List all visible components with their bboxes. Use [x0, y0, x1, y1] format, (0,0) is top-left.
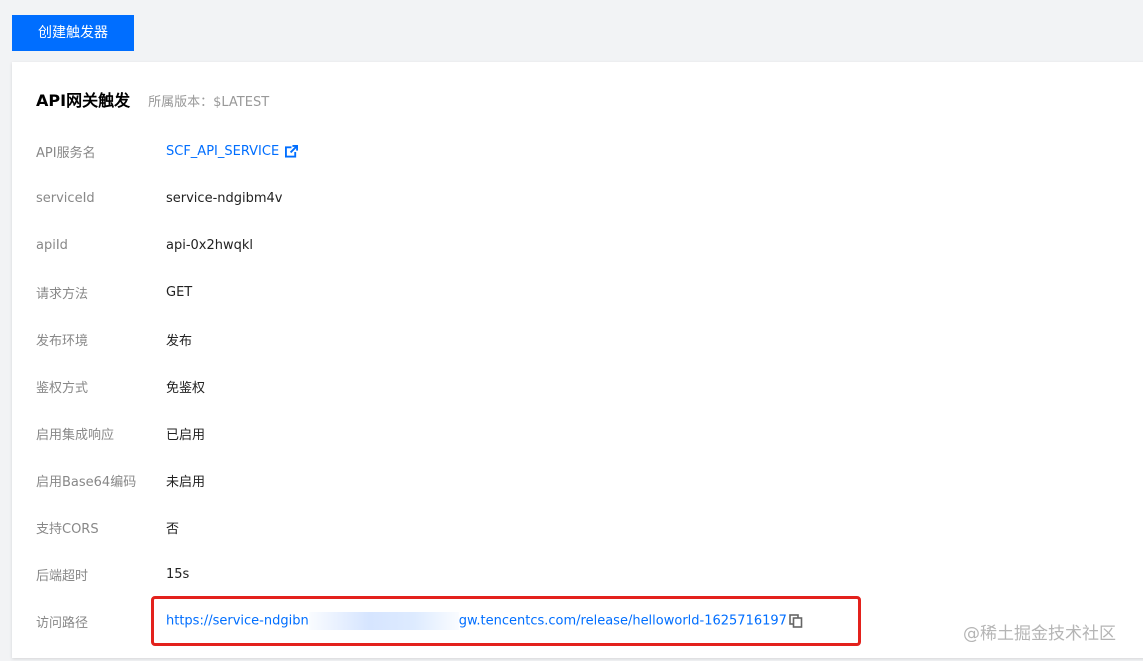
field-label: API服务名: [36, 145, 96, 161]
field-row-access-path: 访问路径 https://service-ndgibn gw.tencentcs.…: [36, 609, 1036, 633]
field-value: 未启用: [166, 474, 206, 490]
field-value: service-ndgibm4v: [166, 190, 283, 206]
page: 创建触发器 API网关触发 所属版本： $LATEST API服务名 SCF_A…: [0, 0, 1143, 661]
field-label: serviceId: [36, 190, 95, 206]
redacted-mask: [308, 612, 459, 630]
field-row-service-id: serviceId service-ndgibm4v: [36, 186, 1036, 210]
field-row-integration-response: 启用集成响应 已启用: [36, 421, 1036, 445]
field-value: api-0x2hwqkl: [166, 237, 254, 253]
field-value: SCF_API_SERVICE: [166, 144, 299, 159]
card-header: API网关触发 所属版本： $LATEST: [36, 87, 269, 111]
field-label: 启用Base64编码: [36, 474, 137, 490]
trigger-detail-card: API网关触发 所属版本： $LATEST API服务名 SCF_API_SER…: [12, 62, 1143, 658]
field-value: 15s: [166, 566, 190, 582]
access-path-value: https://service-ndgibn gw.tencentcs.com/r…: [166, 612, 803, 630]
field-row-auth-method: 鉴权方式 免鉴权: [36, 374, 1036, 398]
field-label: apiId: [36, 237, 68, 253]
field-value: GET: [166, 284, 193, 300]
field-row-cors: 支持CORS 否: [36, 515, 1036, 539]
field-label: 访问路径: [36, 615, 89, 631]
field-value: 已启用: [166, 427, 206, 443]
card-title: API网关触发: [36, 91, 131, 110]
access-path-suffix: gw.tencentcs.com/release/helloworld-1625…: [458, 613, 787, 629]
field-row-request-method: 请求方法 GET: [36, 280, 1036, 304]
field-label: 启用集成响应: [36, 427, 115, 443]
field-row-base64: 启用Base64编码 未启用: [36, 468, 1036, 492]
watermark: @稀土掘金技术社区: [963, 624, 1116, 644]
field-value: 否: [166, 521, 180, 537]
field-label: 鉴权方式: [36, 380, 89, 396]
field-label: 支持CORS: [36, 521, 99, 537]
field-row-api-service-name: API服务名 SCF_API_SERVICE: [36, 139, 1036, 163]
access-path-prefix: https://service-ndgibn: [166, 613, 309, 629]
field-value: 免鉴权: [166, 380, 206, 396]
field-label: 后端超时: [36, 568, 89, 584]
external-link-icon[interactable]: [285, 144, 299, 158]
copy-icon[interactable]: [789, 614, 803, 628]
version-label: 所属版本：: [148, 95, 214, 110]
version-value: $LATEST: [213, 95, 270, 110]
create-trigger-button[interactable]: 创建触发器: [12, 15, 134, 51]
api-service-link[interactable]: SCF_API_SERVICE: [166, 144, 279, 159]
field-value: 发布: [166, 333, 193, 349]
field-row-api-id: apiId api-0x2hwqkl: [36, 233, 1036, 257]
field-label: 请求方法: [36, 286, 89, 302]
field-row-environment: 发布环境 发布: [36, 327, 1036, 351]
field-row-timeout: 后端超时 15s: [36, 562, 1036, 586]
field-label: 发布环境: [36, 333, 89, 349]
access-path-link[interactable]: https://service-ndgibn gw.tencentcs.com/r…: [166, 612, 787, 630]
